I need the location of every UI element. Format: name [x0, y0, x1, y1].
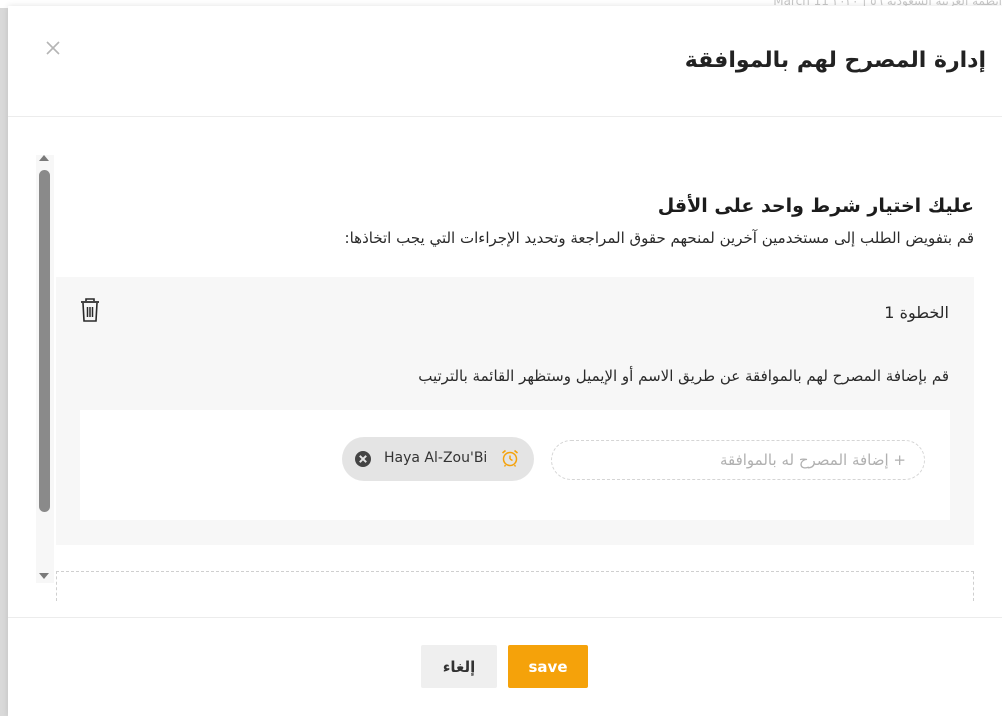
- modal-header: إدارة المصرح لهم بالموافقة: [8, 6, 1002, 117]
- modal-footer: إلغاء save: [8, 617, 1002, 716]
- approvers-modal: إدارة المصرح لهم بالموافقة عليك اختيار ش…: [8, 6, 1002, 716]
- scroll-up-arrow-icon[interactable]: [39, 155, 49, 161]
- alarm-clock-icon: [500, 448, 520, 468]
- step-description: قم بإضافة المصرح لهم بالموافقة عن طريق ا…: [418, 367, 949, 385]
- add-approver-input[interactable]: + إضافة المصرح له بالموافقة: [551, 440, 925, 480]
- section-description: قم بتفويض الطلب إلى مستخدمين آخرين لمنحه…: [344, 229, 974, 247]
- approver-list-box: + إضافة المصرح له بالموافقة Haya Al-Zou'…: [80, 410, 950, 520]
- step-card: الخطوة 1 قم بإضافة المصرح لهم بالموافقة …: [56, 277, 974, 545]
- scroll-down-arrow-icon[interactable]: [39, 573, 49, 579]
- save-button[interactable]: save: [508, 645, 588, 688]
- modal-body: عليك اختيار شرط واحد على الأقل قم بتفويض…: [8, 117, 1002, 617]
- trash-icon[interactable]: [78, 297, 102, 323]
- approver-name: Haya Al-Zou'Bi: [384, 450, 488, 466]
- modal-title: إدارة المصرح لهم بالموافقة: [684, 48, 986, 73]
- approver-chip: Haya Al-Zou'Bi: [342, 437, 534, 481]
- remove-chip-icon[interactable]: [354, 450, 372, 468]
- step-label: الخطوة 1: [884, 303, 949, 322]
- scrollbar-thumb[interactable]: [39, 170, 50, 512]
- section-heading: عليك اختيار شرط واحد على الأقل: [657, 195, 974, 217]
- close-icon[interactable]: [44, 39, 62, 57]
- add-approver-placeholder: + إضافة المصرح له بالموافقة: [719, 451, 906, 469]
- cancel-button[interactable]: إلغاء: [421, 645, 497, 688]
- add-step-placeholder[interactable]: [56, 571, 974, 601]
